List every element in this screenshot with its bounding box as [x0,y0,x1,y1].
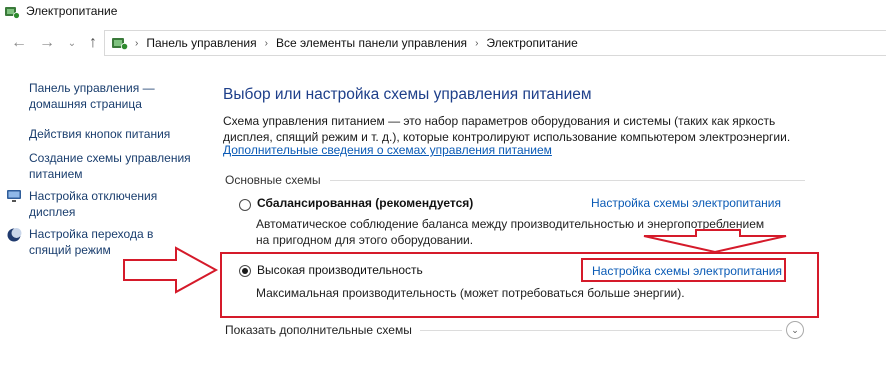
breadcrumb-separator[interactable]: › [265,38,268,49]
power-options-icon [5,7,20,19]
window-title: Электропитание [26,4,118,18]
back-arrow-icon[interactable]: ← [8,32,30,54]
address-bar[interactable]: › Панель управления › Все элементы панел… [104,30,886,56]
moon-icon [7,228,22,242]
breadcrumb-separator[interactable]: › [135,38,138,49]
breadcrumb-separator[interactable]: › [475,38,478,49]
annotation-arrow-down [643,229,787,254]
show-more-divider [420,330,782,331]
page-title: Выбор или настройка схемы управления пит… [223,86,592,103]
title-bar: Электропитание [0,0,886,24]
page-description: Схема управления питанием — это набор па… [223,114,791,144]
radio-balanced[interactable] [239,199,251,211]
breadcrumb-control-panel[interactable]: Панель управления [146,36,256,50]
plan-settings-link-balanced[interactable]: Настройка схемы электропитания [591,196,781,210]
plan-name-balanced[interactable]: Сбалансированная (рекомендуется) [257,196,473,210]
sidebar-item-create-plan[interactable]: Создание схемы управления питанием [29,150,191,182]
section-label: Основные схемы [225,173,321,187]
navigation-bar: ← → ⌄ ↑ › Панель управления › Все элемен… [0,28,886,60]
forward-arrow-icon[interactable]: → [36,32,58,54]
show-more-plans[interactable]: Показать дополнительные схемы [225,323,412,337]
sidebar-item-power-buttons[interactable]: Действия кнопок питания [29,126,170,142]
display-icon [7,190,21,202]
power-options-icon [112,38,129,51]
section-divider [330,180,805,181]
sidebar-item-control-panel-home[interactable]: Панель управления — домашняя страница [29,80,155,112]
breadcrumb-all-items[interactable]: Все элементы панели управления [276,36,467,50]
breadcrumb-power-options[interactable]: Электропитание [486,36,577,50]
more-info-link[interactable]: Дополнительные сведения о схемах управле… [223,143,552,157]
up-arrow-icon[interactable]: ↑ [82,32,104,54]
chevron-down-icon[interactable]: ⌄ [66,32,78,54]
highlight-box-settings-link [581,258,786,282]
annotation-arrow-right [123,246,219,294]
sidebar-item-display-off[interactable]: Настройка отключения дисплея [29,188,157,220]
chevron-down-icon[interactable]: ⌄ [786,321,804,339]
